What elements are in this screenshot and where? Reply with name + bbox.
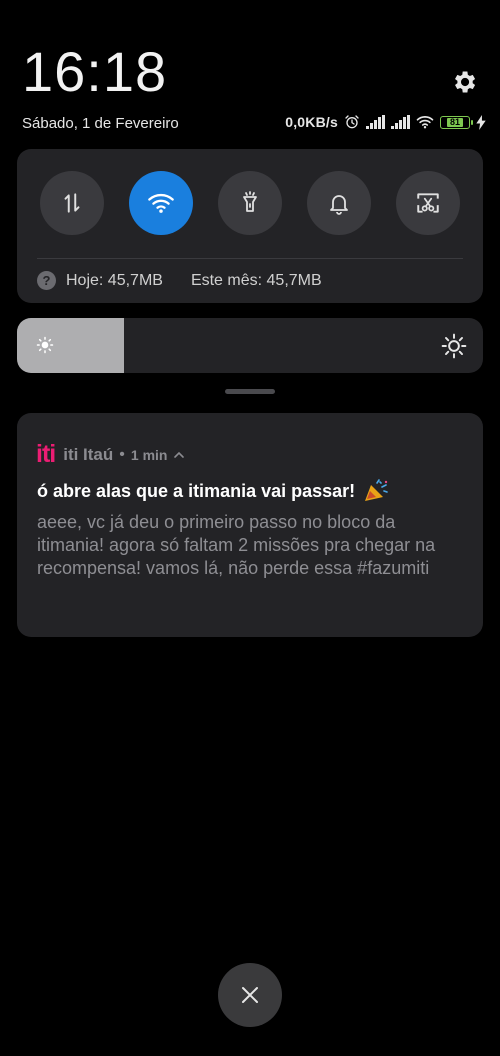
help-icon: ? bbox=[37, 271, 56, 290]
alarm-icon bbox=[345, 115, 359, 129]
flashlight-icon bbox=[243, 191, 257, 212]
data-arrows-icon bbox=[64, 193, 80, 213]
header-separator: • bbox=[119, 445, 125, 463]
party-popper-icon bbox=[365, 479, 388, 501]
app-name: iti Itaú bbox=[63, 444, 114, 464]
notification-time: 1 min bbox=[130, 446, 168, 463]
notification-card[interactable]: iti iti Itaú • 1 min ó abre alas que a i… bbox=[17, 413, 483, 637]
clock: 16:18 bbox=[22, 40, 168, 103]
bell-icon bbox=[330, 195, 348, 215]
dismiss-all-button[interactable] bbox=[218, 963, 282, 1027]
notification-body: aeee, vc já deu o primeiro passo no bloc… bbox=[37, 512, 436, 578]
flashlight-toggle[interactable] bbox=[218, 171, 282, 235]
chevron-up-icon[interactable] bbox=[173, 450, 185, 460]
signal-icon bbox=[366, 115, 385, 129]
quick-settings-panel: ? Hoje: 45,7MB Este mês: 45,7MB bbox=[17, 149, 483, 303]
wifi-icon bbox=[416, 116, 434, 129]
wifi-toggle[interactable] bbox=[129, 171, 193, 235]
notification-title-text: ó abre alas que a itimania vai passar! bbox=[37, 480, 356, 501]
panel-drag-handle[interactable] bbox=[225, 389, 275, 394]
data-usage-row[interactable]: ? Hoje: 45,7MB Este mês: 45,7MB bbox=[37, 271, 322, 290]
sound-toggle[interactable] bbox=[307, 171, 371, 235]
close-icon bbox=[242, 987, 258, 1003]
wifi-icon bbox=[148, 193, 174, 213]
notification-title: ó abre alas que a itimania vai passar! bbox=[37, 479, 389, 503]
mobile-data-toggle[interactable] bbox=[40, 171, 104, 235]
brightness-fill bbox=[17, 318, 125, 373]
quick-settings-divider bbox=[37, 258, 463, 259]
app-logo: iti bbox=[36, 440, 56, 468]
charging-icon bbox=[476, 114, 486, 130]
brightness-high-icon bbox=[441, 333, 467, 359]
data-usage-month: Este mês: 45,7MB bbox=[190, 271, 322, 289]
quick-toggles-row bbox=[40, 171, 460, 235]
screenshot-toggle[interactable] bbox=[396, 171, 460, 235]
date-label: Sábado, 1 de Fevereiro bbox=[22, 115, 179, 132]
brightness-low-icon bbox=[36, 336, 54, 354]
settings-gear-icon[interactable] bbox=[450, 68, 478, 96]
brightness-slider[interactable] bbox=[17, 318, 483, 373]
data-usage-today: Hoje: 45,7MB bbox=[66, 271, 163, 289]
status-icons: 0,0KB/s 81 bbox=[285, 114, 486, 130]
battery-icon: 81 bbox=[440, 115, 473, 129]
notification-header: iti iti Itaú • 1 min bbox=[36, 442, 185, 467]
network-speed: 0,0KB/s bbox=[285, 114, 338, 130]
scissors-icon bbox=[417, 193, 439, 213]
signal-icon bbox=[391, 115, 410, 129]
